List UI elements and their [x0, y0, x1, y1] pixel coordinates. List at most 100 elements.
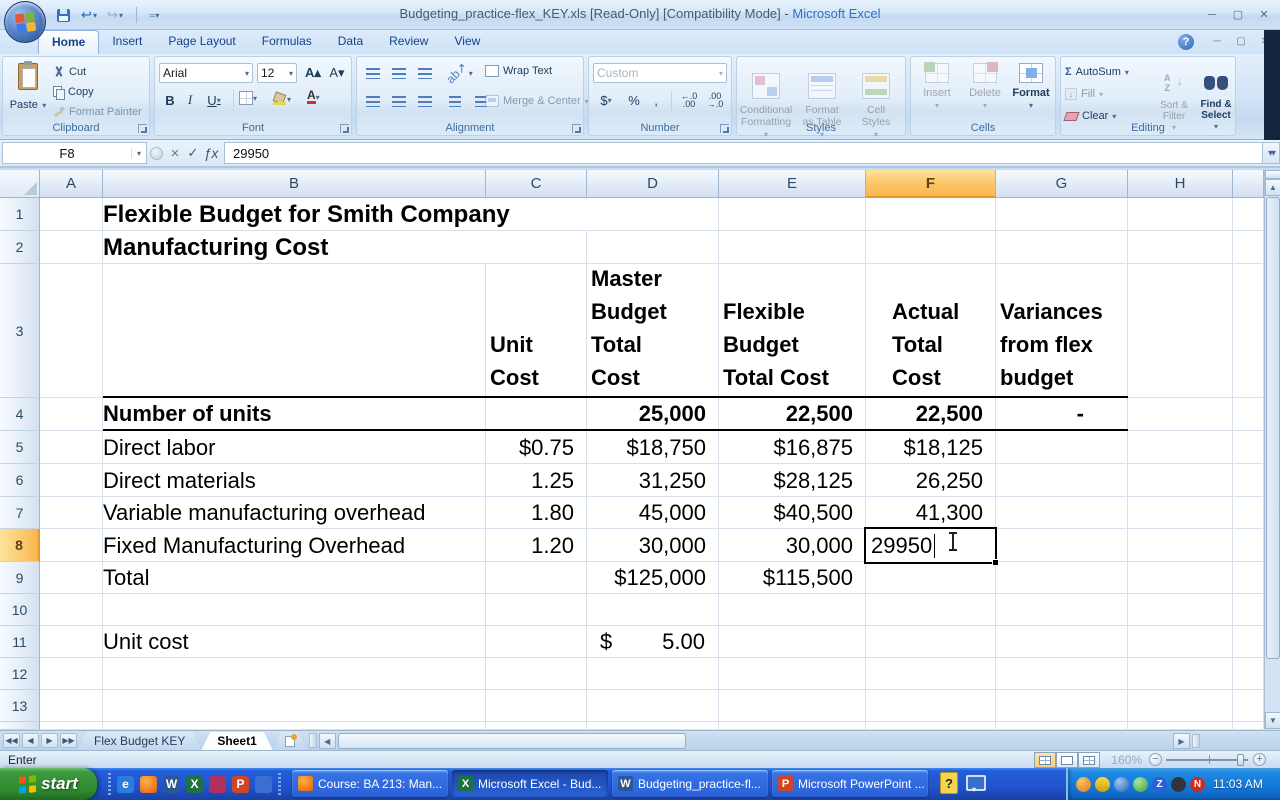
column-header-b[interactable]: B: [103, 170, 486, 198]
decrease-decimal-button[interactable]: .00 →.0: [703, 89, 727, 111]
cell-C3[interactable]: Unit Cost: [486, 264, 587, 398]
cell-F4[interactable]: 22,500: [866, 398, 996, 431]
office-button[interactable]: [4, 1, 46, 43]
task-button-course-ba-213-man[interactable]: Course: BA 213: Man...: [292, 770, 448, 797]
orientation-button[interactable]: ab↗ ▾: [443, 60, 475, 86]
wrap-text-button[interactable]: Wrap Text: [485, 65, 552, 77]
cell-D7[interactable]: 45,000: [587, 497, 719, 529]
cell-E6[interactable]: $28,125: [719, 464, 866, 497]
row-header-4[interactable]: 4: [0, 398, 40, 431]
page-break-view-button[interactable]: [1078, 752, 1100, 768]
close-button[interactable]: ✕: [1254, 7, 1274, 22]
row-header-6[interactable]: 6: [0, 464, 40, 497]
row-header-10[interactable]: 10: [0, 594, 40, 626]
cell-F7[interactable]: 41,300: [866, 497, 996, 529]
row-header-8[interactable]: 8: [0, 529, 40, 562]
tab-formulas[interactable]: Formulas: [249, 30, 325, 54]
row-header-1[interactable]: 1: [0, 198, 40, 231]
tray-icon-novell[interactable]: N: [1190, 776, 1205, 792]
italic-button[interactable]: I: [181, 89, 199, 111]
row-header-3[interactable]: 3: [0, 264, 40, 398]
task-button-microsoft-powerpoint[interactable]: P Microsoft PowerPoint ...: [772, 770, 928, 797]
quick-launch-internet-explorer-icon[interactable]: e: [117, 775, 134, 793]
cell-C6[interactable]: 1.25: [486, 464, 587, 497]
display-icon[interactable]: [966, 775, 986, 794]
comma-style-button[interactable]: ,: [647, 89, 665, 111]
cell-E5[interactable]: $16,875: [719, 431, 866, 464]
minimize-button[interactable]: ─: [1202, 7, 1222, 22]
number-dialog-launcher[interactable]: [720, 124, 729, 133]
task-button-budgeting-practice-fl[interactable]: W Budgeting_practice-fl...: [612, 770, 768, 797]
cell-G4[interactable]: -: [996, 398, 1128, 431]
underline-button[interactable]: U ▾: [201, 89, 227, 111]
quick-launch-firefox-icon[interactable]: [140, 775, 157, 793]
scroll-up-button[interactable]: ▲: [1265, 179, 1280, 196]
scroll-left-button[interactable]: ◀: [318, 733, 336, 749]
tab-insert[interactable]: Insert: [99, 30, 155, 54]
vertical-scroll-thumb[interactable]: [1266, 197, 1280, 659]
help-agent-icon[interactable]: ?: [940, 772, 958, 794]
row-header-partial[interactable]: [0, 722, 40, 730]
fill-button[interactable]: ↓ Fill ▾: [1065, 85, 1103, 103]
bottom-align-button[interactable]: [413, 62, 437, 84]
alignment-dialog-launcher[interactable]: [572, 124, 581, 133]
confirm-entry-button[interactable]: ✓: [184, 143, 202, 163]
row-header-7[interactable]: 7: [0, 497, 40, 529]
format-painter-button[interactable]: Format Painter: [53, 103, 142, 121]
column-header-d[interactable]: D: [587, 170, 719, 198]
cell-D9[interactable]: $125,000: [587, 562, 719, 594]
tray-icon-dialer[interactable]: [1171, 776, 1186, 792]
paste-button[interactable]: Paste ▾: [7, 61, 49, 119]
row-header-2[interactable]: 2: [0, 231, 40, 264]
formula-bar-expand-button[interactable]: ▾▾: [1262, 142, 1280, 164]
task-button-microsoft-excel-bud[interactable]: X Microsoft Excel - Bud...: [452, 770, 608, 797]
shrink-font-button[interactable]: A▾: [326, 62, 348, 84]
font-name-select[interactable]: Arial ▾: [159, 63, 253, 83]
cell-B4[interactable]: Number of units: [103, 398, 486, 431]
clipboard-dialog-launcher[interactable]: [138, 124, 147, 133]
tab-split-handle-right[interactable]: [1192, 734, 1200, 748]
cell-F3[interactable]: Actual Total Cost: [866, 264, 996, 398]
cell-D3[interactable]: Master Budget Total Cost: [587, 264, 719, 398]
tab-split-handle[interactable]: [308, 733, 317, 748]
quick-launch-powerpoint-icon[interactable]: P: [232, 775, 249, 793]
column-header-h[interactable]: H: [1128, 170, 1233, 198]
cell-D5[interactable]: $18,750: [587, 431, 719, 464]
cancel-entry-button[interactable]: ×: [166, 143, 184, 163]
cut-button[interactable]: Cut: [53, 63, 86, 81]
row-header-9[interactable]: 9: [0, 562, 40, 594]
accounting-format-button[interactable]: $ ▾: [593, 89, 619, 111]
increase-decimal-button[interactable]: ←.0.00: [677, 89, 701, 111]
help-icon[interactable]: ?: [1178, 34, 1194, 50]
row-header-11[interactable]: 11: [0, 626, 40, 658]
last-sheet-button[interactable]: ▶▶: [60, 733, 77, 748]
cell-C4[interactable]: [486, 398, 587, 431]
cell-B3[interactable]: [103, 264, 486, 398]
tab-review[interactable]: Review: [376, 30, 441, 54]
tray-icon-globe[interactable]: [1076, 776, 1091, 792]
tab-data[interactable]: Data: [325, 30, 376, 54]
insert-worksheet-button[interactable]: [273, 732, 307, 750]
cell-B8[interactable]: Fixed Manufacturing Overhead: [103, 529, 486, 562]
quick-launch-excel-icon[interactable]: X: [186, 775, 203, 793]
next-sheet-button[interactable]: ▶: [41, 733, 58, 748]
percent-style-button[interactable]: %: [623, 89, 645, 111]
fill-handle[interactable]: [992, 559, 999, 566]
name-box[interactable]: F8 ▾: [2, 142, 147, 164]
align-center-button[interactable]: [387, 90, 411, 112]
tray-icon-shield[interactable]: [1095, 776, 1110, 792]
cell-D4[interactable]: 25,000: [587, 398, 719, 431]
borders-button[interactable]: ▾: [239, 91, 257, 105]
cell-D6[interactable]: 31,250: [587, 464, 719, 497]
cell-C7[interactable]: 1.80: [486, 497, 587, 529]
tray-icon-key[interactable]: [1114, 776, 1129, 792]
zoom-slider-handle[interactable]: [1237, 754, 1244, 766]
page-layout-view-button[interactable]: [1056, 752, 1078, 768]
delete-cells-button[interactable]: Delete ▾: [963, 62, 1007, 111]
quick-launch-messenger-icon[interactable]: [209, 775, 226, 793]
scroll-right-button[interactable]: ▶: [1173, 733, 1190, 749]
cell-F5[interactable]: $18,125: [866, 431, 996, 464]
insert-function-button[interactable]: ƒx: [202, 143, 220, 163]
column-header-f[interactable]: F: [866, 170, 996, 198]
cell-B9[interactable]: Total: [103, 562, 486, 594]
